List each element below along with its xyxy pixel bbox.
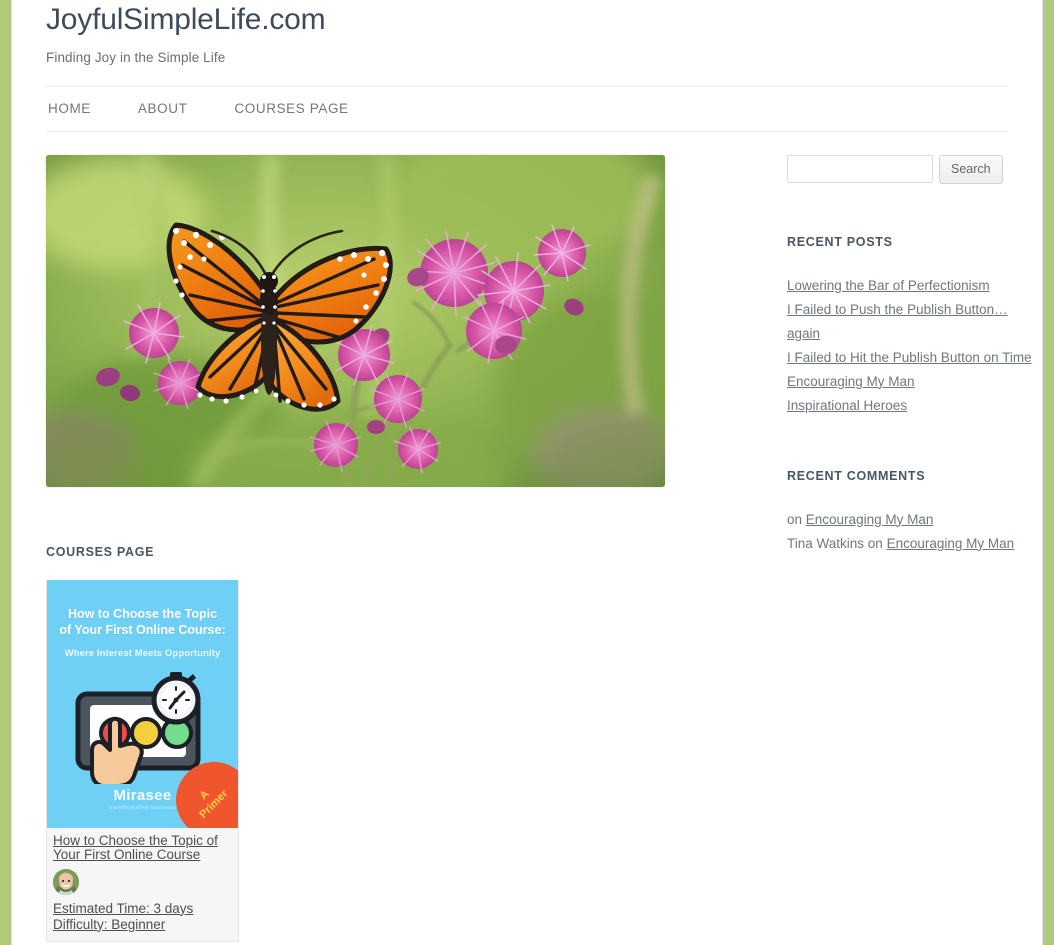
left-rail-divider [11, 0, 12, 945]
course-title-link[interactable]: How to Choose the Topic of Your First On… [53, 832, 232, 863]
hero-butterfly-image [46, 154, 665, 487]
comment-author-2: Tina Watkins [787, 535, 868, 551]
recent-post-link-1[interactable]: Lowering the Bar of Perfectionism [787, 278, 990, 293]
recent-post-link-2[interactable]: I Failed to Push the Publish Button… aga… [787, 302, 1008, 341]
course-card[interactable]: How to Choose the Topic of Your First On… [46, 579, 239, 942]
site-tagline: Finding Joy in the Simple Life [46, 49, 226, 65]
page-container: JoyfulSimpleLife.com Finding Joy in the … [12, 0, 1042, 945]
recent-comments-heading: RECENT COMMENTS [787, 468, 926, 483]
nav-item-home[interactable]: HOME [48, 101, 91, 116]
search-form: Search [787, 154, 1037, 184]
list-item: Encouraging My Man [787, 370, 1037, 394]
thumbnail-title: How to Choose the Topic of Your First On… [47, 606, 238, 640]
recent-post-link-3[interactable]: I Failed to Hit the Publish Button on Ti… [787, 350, 1032, 365]
right-green-rail [1043, 0, 1054, 945]
content-area: COURSES PAGE How to Choose the Topic of … [12, 132, 1042, 942]
primer-badge-text: A Primer [188, 774, 235, 821]
course-difficulty[interactable]: Difficulty: Beginner [53, 917, 232, 933]
site-title[interactable]: JoyfulSimpleLife.com [46, 0, 1008, 38]
list-item: on Encouraging My Man [787, 508, 1037, 532]
comment-post-link-1[interactable]: Encouraging My Man [806, 512, 934, 527]
course-estimated-time[interactable]: Estimated Time: 3 days [53, 901, 232, 917]
brand-name: Mirasee [113, 786, 172, 804]
thumbnail-subtitle: Where Interest Meets Opportunity [64, 647, 221, 659]
sidebar: Search RECENT POSTS Lowering the Bar of … [787, 132, 1037, 556]
comment-connector-2: on [867, 535, 887, 551]
site-masthead: JoyfulSimpleLife.com Finding Joy in the … [12, 0, 1042, 65]
recent-post-link-5[interactable]: Inspirational Heroes [787, 398, 907, 413]
list-item: Tina Watkins on Encouraging My Man [787, 532, 1037, 556]
list-item: Lowering the Bar of Perfectionism [787, 274, 1037, 298]
comment-post-link-2[interactable]: Encouraging My Man [887, 536, 1015, 551]
recent-comments-list: on Encouraging My Man Tina Watkins on En… [787, 508, 1037, 556]
author-avatar [53, 868, 79, 895]
nav-item-about[interactable]: ABOUT [138, 101, 188, 116]
butterfly-illustration [46, 154, 665, 487]
left-green-rail [0, 0, 11, 945]
search-input[interactable] [787, 154, 933, 183]
avatar-photo [53, 868, 79, 895]
recent-post-link-4[interactable]: Encouraging My Man [787, 374, 915, 389]
list-item: Inspirational Heroes [787, 394, 1037, 418]
main-column: COURSES PAGE How to Choose the Topic of … [46, 132, 710, 942]
list-item: I Failed to Push the Publish Button… aga… [787, 298, 1037, 346]
list-item: I Failed to Hit the Publish Button on Ti… [787, 346, 1037, 370]
primary-navigation: HOME ABOUT COURSES PAGE [46, 85, 1008, 132]
thumbnail-title-line2: of Your First Online Course: [59, 623, 226, 638]
recent-posts-list: Lowering the Bar of Perfectionism I Fail… [787, 274, 1037, 418]
comment-connector-1: on [787, 511, 806, 527]
nav-item-courses[interactable]: COURSES PAGE [234, 101, 348, 116]
course-card-body: How to Choose the Topic of Your First On… [47, 828, 238, 941]
course-thumbnail[interactable]: How to Choose the Topic of Your First On… [47, 579, 238, 828]
recent-posts-heading: RECENT POSTS [787, 234, 893, 249]
page-title: COURSES PAGE [46, 544, 155, 559]
search-button[interactable]: Search [939, 154, 1003, 184]
thumbnail-title-line1: How to Choose the Topic [67, 606, 218, 621]
